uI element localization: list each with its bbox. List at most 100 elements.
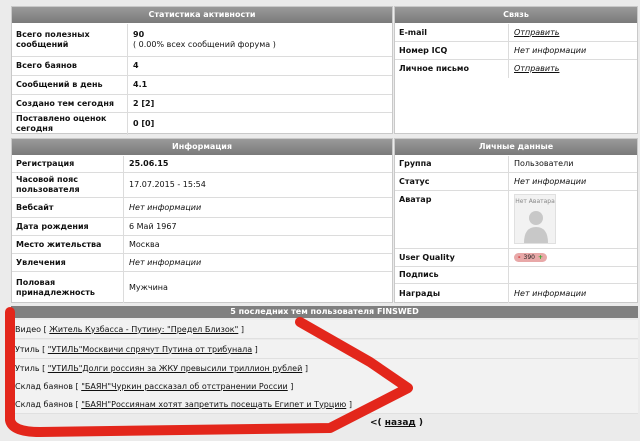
topic-bracket: ]: [254, 344, 258, 354]
info-row: Дата рождения 6 Май 1967: [12, 218, 392, 236]
activity-row: Сообщений в день 4.1: [12, 76, 392, 95]
activity-row: Создано тем сегодня 2 [2]: [12, 95, 392, 113]
activity-label: Создано тем сегодня: [12, 95, 128, 112]
info-label: Увлечения: [12, 254, 124, 271]
topic-bracket: ]: [240, 324, 244, 334]
topic-bracket: ]: [304, 363, 308, 373]
info-value: 25.06.15: [129, 159, 169, 168]
personal-row: Подпись: [395, 267, 637, 284]
info-value: 17.07.2015 - 15:54: [129, 180, 206, 189]
contact-row: E-mail Отправить: [395, 24, 637, 42]
activity-label: Всего баянов: [12, 57, 128, 75]
info-row: Регистрация 25.06.15: [12, 156, 392, 173]
info-value: Мужчина: [129, 282, 168, 292]
contact-panel: Связь E-mail Отправить Номер ICQ Нет инф…: [394, 6, 638, 134]
activity-label: Поставлено оценок сегодня: [12, 113, 128, 135]
personal-row: Награды Нет информации: [395, 284, 637, 303]
topic-row: Склад баянов [ "БАЯН"Россиянам хотят зап…: [11, 395, 638, 414]
info-value: Нет информации: [129, 257, 202, 267]
info-header: Информация: [12, 139, 392, 155]
activity-value: 0 [0]: [133, 119, 155, 128]
back-prefix: <(: [370, 418, 382, 428]
personal-label: Статус: [395, 173, 509, 190]
quality-plus-button[interactable]: +: [538, 253, 543, 263]
info-value: Москва: [129, 239, 160, 249]
back-suffix: ): [418, 418, 423, 428]
topic-section: Видео: [15, 324, 42, 334]
user-quality-badge: - 390 +: [514, 253, 547, 262]
topic-bracket: ]: [348, 399, 352, 409]
topic-section: Склад баянов: [15, 399, 73, 409]
topic-row: Видео [ Житель Кузбасса - Путину: "Преде…: [11, 320, 638, 339]
topic-row: Склад баянов [ "БАЯН"Чуркин рассказал об…: [11, 377, 638, 396]
person-silhouette-icon: [524, 211, 548, 243]
topic-bracket: [: [42, 363, 46, 373]
back-nav: <( назад ): [370, 418, 423, 428]
activity-value: 90 ( 0.00% всех сообщений форума ): [128, 24, 276, 56]
personal-label: Аватар: [395, 191, 509, 248]
topic-row: Утиль [ "УТИЛЬ"Долги россиян за ЖКУ прев…: [11, 359, 638, 378]
activity-row: Поставлено оценок сегодня 0 [0]: [12, 113, 392, 135]
activity-label: Сообщений в день: [12, 76, 128, 94]
contact-label: Номер ICQ: [395, 42, 509, 59]
useful-posts-percent: ( 0.00% всех сообщений форума ): [133, 40, 276, 49]
topic-link[interactable]: "БАЯН"Россиянам хотят запретить посещать…: [81, 400, 346, 409]
activity-header: Статистика активности: [12, 7, 392, 23]
activity-value: 4: [133, 61, 139, 70]
topic-bracket: [: [42, 344, 46, 354]
info-value: Нет информации: [129, 202, 202, 212]
contact-label: Личное письмо: [395, 60, 509, 78]
topic-bracket: [: [43, 324, 47, 334]
personal-label: Награды: [395, 284, 509, 303]
info-row: Половая принадлежность Мужчина: [12, 272, 392, 303]
topic-link[interactable]: "УТИЛЬ"Москвичи спрячут Путина от трибун…: [48, 345, 252, 354]
personal-label: User Quality: [395, 249, 509, 266]
activity-row: Всего полезных сообщений 90 ( 0.00% всех…: [12, 24, 392, 57]
personal-row: Аватар Нет Аватара: [395, 191, 637, 249]
avatar-cell: Нет Аватара: [509, 191, 556, 248]
info-panel: Информация Регистрация 25.06.15 Часовой …: [11, 138, 393, 303]
personal-panel: Личные данные Группа Пользователи Статус…: [394, 138, 638, 303]
info-label: Место жительства: [12, 236, 124, 253]
info-row: Увлечения Нет информации: [12, 254, 392, 272]
info-row: Вебсайт Нет информации: [12, 198, 392, 218]
topic-bracket: [: [75, 399, 79, 409]
email-send-link[interactable]: Отправить: [509, 24, 559, 41]
activity-panel: Статистика активности Всего полезных соо…: [11, 6, 393, 135]
contact-label: E-mail: [395, 24, 509, 41]
topic-link[interactable]: Житель Кузбасса - Путину: "Предел Близок…: [49, 325, 238, 334]
quality-minus-button[interactable]: -: [518, 253, 521, 263]
personal-value: Нет информации: [514, 288, 587, 298]
personal-row: Статус Нет информации: [395, 173, 637, 191]
activity-value: 2 [2]: [133, 98, 155, 108]
signature-value: [509, 267, 514, 283]
personal-row: User Quality - 390 +: [395, 249, 637, 267]
info-label: Половая принадлежность: [12, 272, 124, 303]
contact-value: Нет информации: [514, 45, 587, 55]
private-message-link[interactable]: Отправить: [509, 60, 559, 78]
quality-cell: - 390 +: [509, 249, 547, 266]
personal-header: Личные данные: [395, 139, 637, 155]
topic-section: Утиль: [15, 363, 40, 373]
useful-posts-count: 90: [133, 30, 145, 39]
topic-bracket: [: [75, 381, 79, 391]
info-label: Регистрация: [12, 156, 124, 172]
info-row: Часовой пояс пользователя 17.07.2015 - 1…: [12, 173, 392, 198]
activity-label: Всего полезных сообщений: [12, 24, 128, 56]
back-link[interactable]: назад: [385, 418, 416, 428]
info-row: Место жительства Москва: [12, 236, 392, 254]
contact-row: Номер ICQ Нет информации: [395, 42, 637, 60]
topic-row: Утиль [ "УТИЛЬ"Москвичи спрячут Путина о…: [11, 340, 638, 359]
contact-header: Связь: [395, 7, 637, 23]
avatar: Нет Аватара: [514, 194, 556, 244]
contact-row: Личное письмо Отправить: [395, 60, 637, 78]
activity-row: Всего баянов 4: [12, 57, 392, 76]
recent-topics-header: 5 последних тем пользователя FINSWED: [11, 306, 638, 318]
personal-label: Подпись: [395, 267, 509, 283]
personal-value: Пользователи: [514, 159, 574, 168]
topic-link[interactable]: "БАЯН"Чуркин рассказал об отстранении Ро…: [81, 382, 288, 391]
personal-value: Нет информации: [514, 176, 587, 186]
info-label: Дата рождения: [12, 218, 124, 235]
avatar-placeholder-text: Нет Аватара: [515, 198, 555, 205]
topic-link[interactable]: "УТИЛЬ"Долги россиян за ЖКУ превысили тр…: [48, 364, 303, 373]
